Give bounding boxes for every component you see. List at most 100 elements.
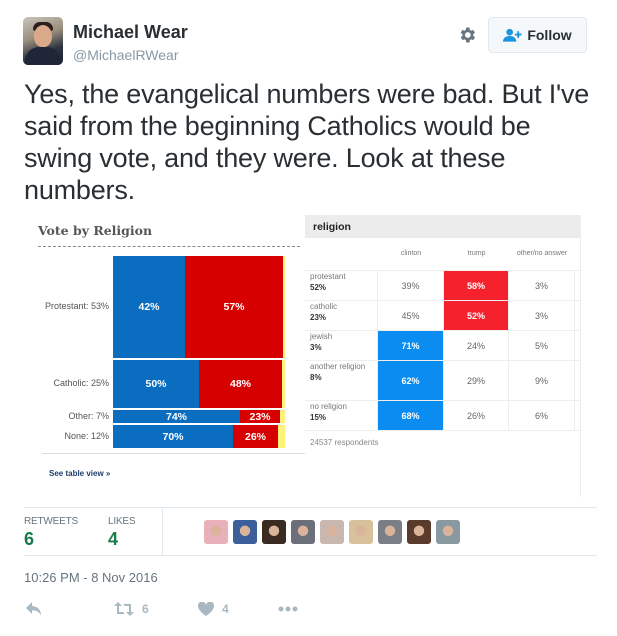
- bar-segment-clinton: 70%: [113, 425, 233, 448]
- row-label: jewish 3%: [305, 331, 378, 360]
- bar-segment-other: [283, 256, 285, 358]
- bar-segment-trump: 48%: [199, 360, 282, 408]
- bar-segment-clinton: 74%: [113, 410, 240, 423]
- table-body: protestant 52% 39% 58% 3% catholic 23% 45% 52% 3%…: [305, 270, 580, 430]
- follow-person-icon: [503, 28, 522, 42]
- bar-segment-trump: 23%: [240, 410, 280, 423]
- cell-clinton: 62%: [378, 361, 444, 400]
- row-religion: catholic: [310, 302, 338, 311]
- row-religion: another religion: [310, 362, 366, 371]
- row-share: 3%: [310, 343, 322, 352]
- liker-avatar[interactable]: [378, 520, 402, 544]
- liker-avatar[interactable]: [436, 520, 460, 544]
- row-share: 8%: [310, 373, 322, 382]
- row-share: 52%: [310, 283, 327, 292]
- liker-avatar[interactable]: [320, 520, 344, 544]
- more-button[interactable]: [278, 606, 298, 612]
- tweet-timestamp[interactable]: 10:26 PM - 8 Nov 2016: [24, 570, 158, 585]
- table-row: no religion 15% 68% 26% 6%: [305, 400, 580, 430]
- cell-trump: 52%: [444, 301, 509, 330]
- cell-other: 5%: [509, 331, 575, 360]
- follow-label: Follow: [527, 27, 572, 43]
- row-religion: no religion: [310, 402, 347, 411]
- respondents-count: 24537 respondents: [305, 430, 580, 454]
- table-row: jewish 3% 71% 24% 5%: [305, 330, 580, 360]
- stats-separator: [162, 508, 163, 555]
- row-label: protestant 52%: [305, 271, 378, 300]
- chart-title: Vote by Religion: [38, 223, 153, 238]
- cell-other: 9%: [509, 361, 575, 400]
- liker-avatar[interactable]: [204, 520, 228, 544]
- like-count: 4: [222, 602, 229, 616]
- liker-avatar[interactable]: [407, 520, 431, 544]
- table-row: another religion 8% 62% 29% 9%: [305, 360, 580, 400]
- row-label: another religion 8%: [305, 361, 378, 400]
- liker-avatar[interactable]: [233, 520, 257, 544]
- cell-trump: 26%: [444, 401, 509, 430]
- user-avatar[interactable]: [23, 17, 63, 65]
- follow-button[interactable]: Follow: [488, 17, 587, 53]
- cell-clinton: 71%: [378, 331, 444, 360]
- religion-table: religion clinton trump other/no answer p…: [305, 215, 581, 497]
- bar-segment-trump: 57%: [185, 256, 283, 358]
- chart-title-rule: [38, 246, 300, 247]
- bar-category-label: Protestant: 53%: [44, 301, 109, 311]
- bar-segment-other: [278, 425, 285, 448]
- bar-category-label: Other: 7%: [68, 410, 109, 421]
- likes-stat[interactable]: LIKES 4: [108, 516, 136, 550]
- table-row: catholic 23% 45% 52% 3%: [305, 300, 580, 330]
- bar-segment-trump: 26%: [233, 425, 278, 448]
- likes-label: LIKES: [108, 516, 136, 527]
- tweet-media-image[interactable]: Vote by Religion Protestant: 53% 42% 57% Ca…: [24, 213, 590, 498]
- column-header-trump: trump: [467, 250, 486, 257]
- bar-category-label: None: 12%: [64, 430, 109, 441]
- heart-icon: [198, 602, 214, 616]
- retweets-count: 6: [24, 529, 35, 549]
- cell-other: 3%: [509, 301, 575, 330]
- more-dots-icon: [278, 606, 298, 612]
- likes-count: 4: [108, 529, 119, 549]
- bar-segment-clinton: 42%: [113, 256, 185, 358]
- reply-icon: [26, 602, 41, 616]
- see-table-view-link[interactable]: See table view »: [49, 469, 110, 478]
- column-header: [305, 238, 378, 270]
- cell-trump: 58%: [444, 271, 509, 300]
- cell-clinton: 68%: [378, 401, 444, 430]
- reply-button[interactable]: [26, 602, 114, 616]
- bar-category-label: Catholic: 25%: [53, 378, 109, 388]
- cell-trump: 29%: [444, 361, 509, 400]
- stats-bottom-divider: [24, 555, 597, 556]
- stats-top-divider: [24, 507, 597, 508]
- bar-segment-other: [280, 410, 285, 423]
- cell-clinton: 45%: [378, 301, 444, 330]
- tweet-text: Yes, the evangelical numbers were bad. B…: [24, 79, 590, 205]
- bar-segment-clinton: 50%: [113, 360, 199, 408]
- row-share: 15%: [310, 413, 327, 422]
- retweets-label: RETWEETS: [24, 516, 78, 527]
- user-name[interactable]: Michael Wear: [73, 22, 188, 43]
- user-handle[interactable]: @MichaelRWear: [73, 47, 179, 63]
- row-religion: jewish: [310, 332, 333, 341]
- cell-trump: 24%: [444, 331, 509, 360]
- liker-avatar[interactable]: [291, 520, 315, 544]
- retweet-button[interactable]: 6: [114, 602, 198, 616]
- liker-avatar[interactable]: [349, 520, 373, 544]
- column-header-clinton: clinton: [400, 250, 422, 257]
- retweet-count: 6: [142, 602, 149, 616]
- row-share: 23%: [310, 313, 327, 322]
- liker-avatar[interactable]: [262, 520, 286, 544]
- table-title: religion: [305, 215, 580, 238]
- bar-segment-other: [282, 360, 285, 408]
- cell-clinton: 39%: [378, 271, 444, 300]
- gear-icon[interactable]: [457, 25, 477, 45]
- likers-avatars: [204, 520, 460, 544]
- retweets-stat[interactable]: RETWEETS 6: [24, 516, 78, 550]
- like-button[interactable]: 4: [198, 602, 278, 616]
- row-label: catholic 23%: [305, 301, 378, 330]
- table-row: protestant 52% 39% 58% 3%: [305, 270, 580, 300]
- table-header-row: clinton trump other/no answer: [305, 238, 580, 270]
- chart-bottom-rule: [42, 453, 306, 454]
- retweet-icon: [114, 602, 134, 616]
- cell-other: 6%: [509, 401, 575, 430]
- column-header-other: other/no answer: [516, 250, 568, 257]
